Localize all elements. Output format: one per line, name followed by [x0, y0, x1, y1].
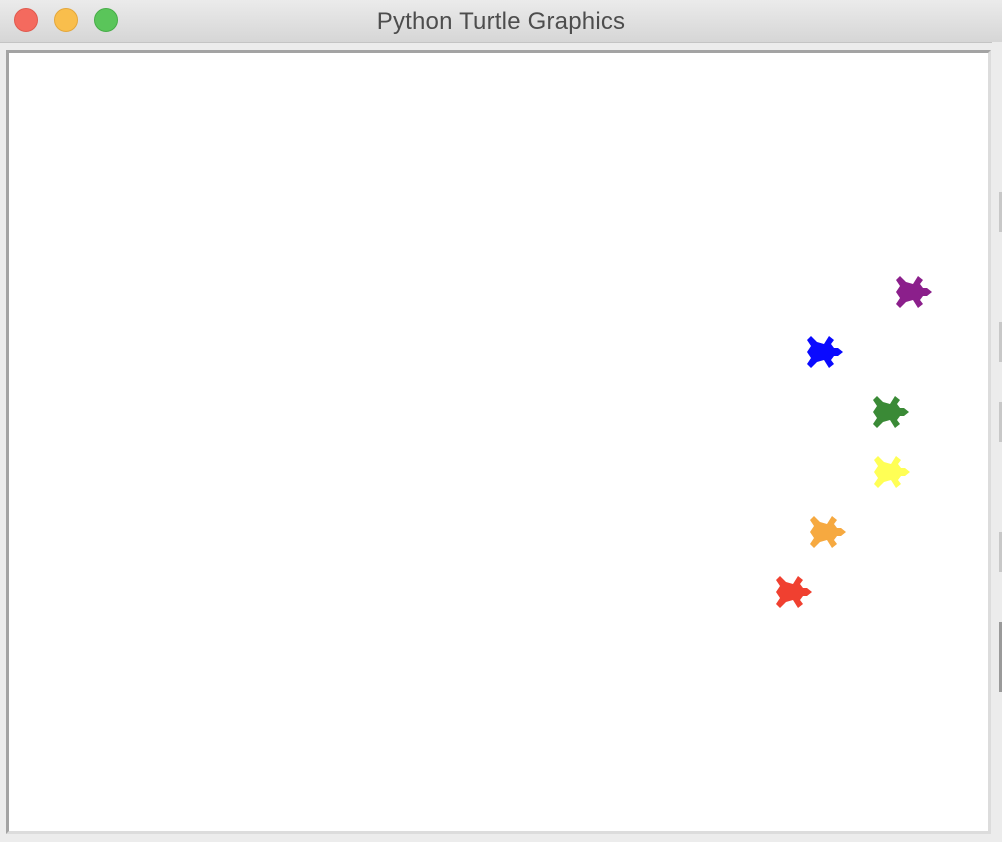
turtle-graphics-window: Python Turtle Graphics	[0, 0, 1002, 842]
orange-turtle	[810, 516, 846, 548]
window-right-edge	[992, 42, 1002, 842]
purple-turtle	[896, 276, 932, 308]
blue-turtle	[807, 336, 843, 368]
window-title: Python Turtle Graphics	[376, 8, 626, 35]
turtle-canvas[interactable]	[6, 50, 991, 834]
title-bar[interactable]: Python Turtle Graphics	[0, 0, 1002, 43]
yellow-turtle	[874, 456, 910, 488]
green-turtle	[873, 396, 909, 428]
red-turtle	[776, 576, 812, 608]
canvas-svg	[776, 276, 932, 608]
